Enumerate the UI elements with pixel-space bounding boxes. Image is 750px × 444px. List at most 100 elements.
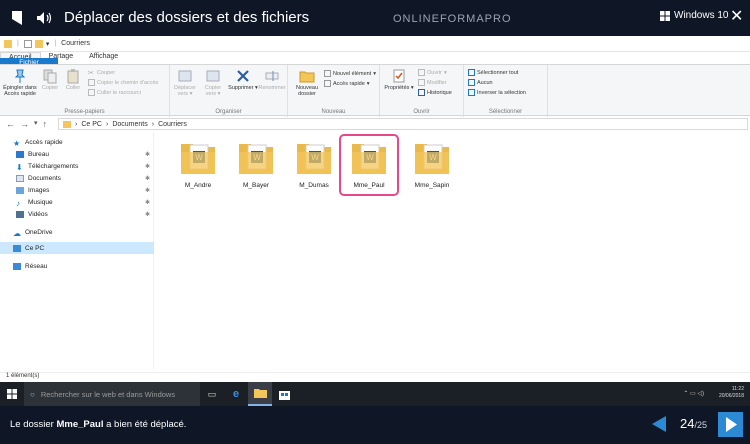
clock-date: 20/06/2018: [718, 393, 744, 399]
properties-button[interactable]: Propriétés ▾: [384, 68, 414, 91]
forward-arrow-icon[interactable]: →: [20, 119, 29, 129]
word-folder-icon: W: [297, 144, 331, 174]
ribbon-tabs: Fichier Accueil Partage Affichage: [0, 52, 750, 116]
windows-taskbar: ○ Rechercher sur le web et dans Windows …: [0, 382, 750, 406]
folder-item[interactable]: W Mme_Sapin: [403, 138, 461, 196]
edge-icon[interactable]: e: [224, 382, 248, 406]
address-bar[interactable]: › Ce PC › Documents › Courriers: [58, 118, 748, 130]
folder-name: M_Andre: [184, 182, 212, 189]
pin-quick-access-button[interactable]: Épingler dans Accès rapide: [2, 68, 38, 97]
folder-item[interactable]: W M_Andre: [169, 138, 227, 196]
copy-to-button[interactable]: Copier vers ▾: [200, 68, 226, 97]
folder-item[interactable]: W M_Bayer: [227, 138, 285, 196]
new-folder-button[interactable]: Nouveau dossier: [292, 68, 322, 97]
path-separator-icon: ›: [75, 120, 78, 128]
store-icon[interactable]: [272, 382, 296, 406]
edit-icon: [418, 79, 425, 86]
folder-name: Mme_Paul: [353, 182, 385, 189]
nav-item-telechargements[interactable]: ⬇ Téléchargements ✱: [0, 160, 154, 172]
easy-access-button[interactable]: Accès rapide ▾: [324, 80, 370, 87]
nav-item-images[interactable]: Images ✱: [0, 184, 154, 196]
status-bar: 1 élément(s): [0, 372, 750, 382]
paste-shortcut-button[interactable]: Coller le raccourci: [88, 89, 141, 96]
sound-icon[interactable]: [36, 11, 54, 25]
paste-icon: [67, 69, 79, 84]
breadcrumb-ce-pc[interactable]: Ce PC: [81, 121, 102, 128]
properties-small-icon[interactable]: [23, 39, 32, 48]
word-folder-icon: W: [239, 144, 273, 174]
nav-item-videos[interactable]: Vidéos ✱: [0, 208, 154, 220]
quick-access-toolbar: | ▾ | Courriers: [0, 36, 750, 52]
windows-badge: Windows 10: [660, 10, 728, 21]
copy-button[interactable]: Copier: [40, 68, 60, 91]
task-view-icon[interactable]: ▭: [200, 382, 224, 406]
scissors-icon: ✂: [88, 70, 94, 77]
desktop-icon: [16, 150, 24, 158]
paste-button[interactable]: Coller: [62, 68, 84, 91]
folder-taskbar-icon: [253, 389, 267, 398]
next-button[interactable]: [718, 412, 743, 437]
delete-x-icon: [237, 70, 249, 82]
folder-item-highlighted[interactable]: W Mme_Paul: [339, 134, 399, 196]
nav-item-acces-rapide[interactable]: ★ Accès rapide: [0, 136, 154, 148]
nav-item-reseau[interactable]: Réseau: [0, 260, 154, 272]
breadcrumb-courriers[interactable]: Courriers: [158, 121, 187, 128]
pin-icon: ✱: [144, 175, 150, 182]
move-to-button[interactable]: Déplacer vers ▾: [172, 68, 198, 97]
group-label-organize: Organiser: [215, 109, 242, 115]
clock[interactable]: 11:22 20/06/2018: [719, 386, 744, 400]
qa-dropdown-icon[interactable]: ▾: [46, 40, 50, 48]
copy-path-button[interactable]: Copier le chemin d'accès: [88, 79, 158, 86]
folder-item[interactable]: W M_Dumas: [285, 138, 343, 196]
history-dropdown-icon[interactable]: ▾: [34, 119, 38, 129]
group-select: Sélectionner tout Aucun Inverser la séle…: [464, 65, 548, 117]
group-clipboard: Épingler dans Accès rapide Copier Coller…: [0, 65, 170, 117]
nav-item-bureau[interactable]: Bureau ✱: [0, 148, 154, 160]
taskbar-search[interactable]: ○ Rechercher sur le web et dans Windows: [24, 382, 200, 406]
address-row: ← → ▾ ↑ › Ce PC › Documents › Courriers: [0, 116, 750, 132]
file-list: W M_Andre W M_Bayer W M_Dumas W: [154, 132, 750, 369]
clock-time: 11:22: [731, 386, 744, 392]
tab-affichage[interactable]: Affichage: [81, 52, 126, 64]
back-arrow-icon[interactable]: ←: [6, 119, 15, 129]
edit-button[interactable]: Modifier: [418, 79, 447, 86]
breadcrumb-documents[interactable]: Documents: [112, 121, 147, 128]
previous-arrow-icon[interactable]: [652, 416, 666, 432]
history-button[interactable]: Historique: [418, 89, 452, 96]
select-none-button[interactable]: Aucun: [468, 79, 493, 86]
rename-icon: [265, 71, 279, 81]
select-all-button[interactable]: Sélectionner tout: [468, 69, 518, 76]
close-icon[interactable]: ✕: [730, 6, 743, 26]
cloud-icon: ☁: [13, 228, 21, 238]
new-item-button[interactable]: Nouvel élément ▾: [324, 70, 376, 77]
tray-icons[interactable]: ⌃ ▭ ◁): [683, 390, 704, 397]
copy-to-icon: [206, 70, 220, 82]
next-arrow-icon: [726, 417, 737, 432]
invert-selection-button[interactable]: Inverser la sélection: [468, 89, 526, 96]
videos-icon: [16, 210, 24, 218]
rename-button[interactable]: Renommer: [258, 68, 286, 91]
store-bag-icon: [278, 390, 290, 400]
images-icon: [16, 186, 24, 194]
windows-label: Windows 10: [674, 10, 729, 21]
pin-icon: [14, 69, 26, 83]
open-icon: [418, 69, 425, 76]
properties-icon: [393, 69, 405, 83]
open-item-button[interactable]: Ouvrir ▾: [418, 69, 447, 76]
pin-icon: ✱: [144, 187, 150, 194]
nav-item-documents[interactable]: Documents ✱: [0, 172, 154, 184]
nav-item-ce-pc[interactable]: Ce PC: [0, 242, 154, 254]
easy-access-icon: [324, 80, 331, 87]
brand-name: ONLINEFORMAPRO: [393, 13, 512, 25]
file-explorer-icon[interactable]: [248, 382, 272, 406]
new-folder-small-icon[interactable]: [34, 39, 43, 48]
cut-button[interactable]: ✂ Couper: [88, 69, 115, 78]
nav-item-musique[interactable]: ♪ Musique ✱: [0, 196, 154, 208]
start-button[interactable]: [0, 382, 24, 406]
up-arrow-icon[interactable]: ↑: [43, 119, 48, 129]
search-placeholder: Rechercher sur le web et dans Windows: [40, 389, 176, 399]
file-explorer-window: | ▾ | Courriers Fichier Accueil Partage …: [0, 36, 750, 382]
folder-name: M_Dumas: [299, 182, 329, 189]
nav-item-onedrive[interactable]: ☁ OneDrive: [0, 226, 154, 238]
delete-button[interactable]: Supprimer ▾: [228, 68, 258, 91]
